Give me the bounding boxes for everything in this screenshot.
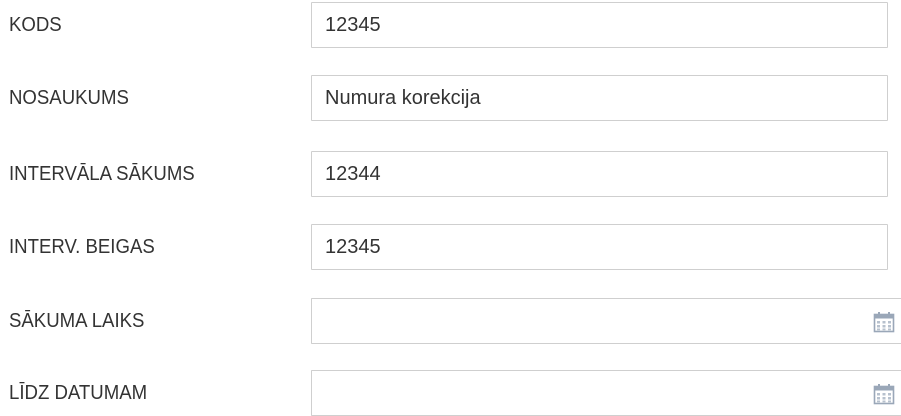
interv-beigas-label: INTERV. BEIGAS — [9, 236, 155, 258]
sakuma-laiks-input[interactable] — [311, 298, 901, 344]
nosaukums-label: NOSAUKUMS — [9, 87, 129, 109]
form-row-intervala-sakums: INTERVĀLA SĀKUMS — [0, 151, 901, 197]
kods-label: KODS — [9, 14, 62, 36]
form-row-kods: KODS — [0, 2, 901, 48]
form-row-nosaukums: NOSAUKUMS — [0, 75, 901, 121]
calendar-icon[interactable] — [873, 383, 895, 405]
interv-beigas-input[interactable] — [311, 224, 888, 270]
sakuma-laiks-label: SĀKUMA LAIKS — [9, 310, 145, 332]
kods-input[interactable] — [311, 2, 888, 48]
calendar-icon[interactable] — [873, 311, 895, 333]
lidz-datumam-label: LĪDZ DATUMAM — [9, 382, 148, 404]
lidz-datumam-input[interactable] — [311, 370, 901, 416]
intervala-sakums-input[interactable] — [311, 151, 888, 197]
nosaukums-input[interactable] — [311, 75, 888, 121]
form-row-sakuma-laiks: SĀKUMA LAIKS — [0, 298, 901, 344]
form-row-interv-beigas: INTERV. BEIGAS — [0, 224, 901, 270]
form-row-lidz-datumam: LĪDZ DATUMAM — [0, 370, 901, 416]
intervala-sakums-label: INTERVĀLA SĀKUMS — [9, 163, 195, 185]
